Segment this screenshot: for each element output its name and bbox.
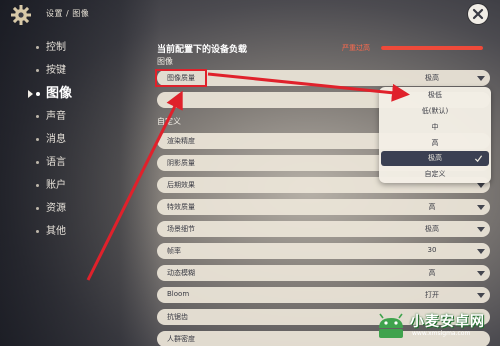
annotation-arrow-2 [207, 72, 410, 102]
annotation-arrows [86, 72, 410, 281]
android-logo-icon [379, 313, 403, 338]
watermark-name: 小麦安卓网 [410, 314, 485, 330]
annotation-arrow-1 [86, 90, 183, 281]
game-settings-screen: 设置 / 图像 控制 按键 图像 声音 消息 语言 账户 资源 其他 当前配置下… [0, 0, 500, 346]
watermark-url: www.xmsigma.com [412, 330, 471, 337]
watermark: 小麦安卓网 www.xmsigma.com [376, 310, 494, 342]
